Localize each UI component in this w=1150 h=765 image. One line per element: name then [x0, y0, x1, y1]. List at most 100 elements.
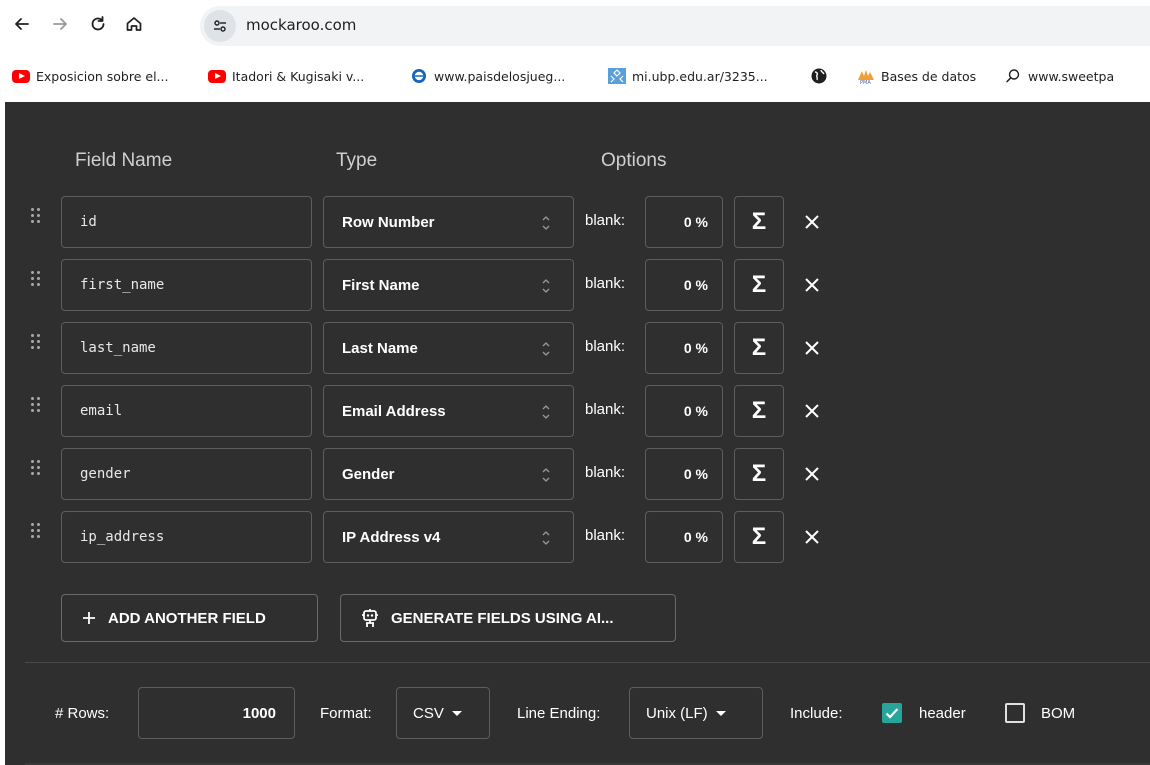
bookmark-label: Itadori & Kugisaki v... — [232, 68, 365, 84]
remove-field-button[interactable] — [795, 205, 829, 239]
field-name-input[interactable]: last_name — [61, 322, 312, 374]
bookmark-label: www.paisdelosjueg... — [434, 68, 566, 84]
remove-field-button[interactable] — [795, 331, 829, 365]
remove-field-button[interactable] — [795, 457, 829, 491]
blank-percent-input[interactable]: 0 % — [645, 259, 723, 311]
format-value: CSV — [413, 704, 444, 722]
robot-icon — [361, 608, 379, 628]
field-type-select[interactable]: First Name — [323, 259, 574, 311]
header-field-name: Field Name — [75, 150, 173, 171]
field-type-value: First Name — [342, 276, 420, 294]
drag-handle-icon[interactable] — [31, 397, 43, 417]
field-type-select[interactable]: Email Address — [323, 385, 574, 437]
blank-percent-input[interactable]: 0 % — [645, 196, 723, 248]
field-type-value: Last Name — [342, 339, 418, 357]
site-info-button[interactable] — [204, 10, 236, 42]
blank-percent-input[interactable]: 0 % — [645, 511, 723, 563]
field-type-select[interactable]: Gender — [323, 448, 574, 500]
updown-chevron-icon — [542, 468, 550, 482]
bookmark-4[interactable]: mi.ubp.edu.ar/3235... — [608, 66, 768, 86]
blank-percent-input[interactable]: 0 % — [645, 448, 723, 500]
field-type-select[interactable]: Last Name — [323, 322, 574, 374]
rows-label: # Rows: — [55, 705, 110, 722]
youtube-icon — [12, 68, 30, 84]
remove-field-button[interactable] — [795, 394, 829, 428]
field-type-select[interactable]: IP Address v4 — [323, 511, 574, 563]
field-row: last_name Last Name blank: 0 % Σ — [5, 322, 1150, 374]
blank-label: blank: — [585, 338, 626, 355]
bookmark-5[interactable] — [810, 66, 834, 86]
updown-chevron-icon — [542, 405, 550, 419]
header-options: Options — [601, 150, 667, 171]
bookmark-label: mi.ubp.edu.ar/3235... — [632, 68, 768, 84]
line-ending-dropdown[interactable]: Unix (LF) — [629, 687, 763, 739]
remove-field-button[interactable] — [795, 520, 829, 554]
bookmark-7[interactable]: www.sweetpa — [1004, 66, 1114, 86]
forward-arrow-icon — [53, 18, 67, 30]
blank-label: blank: — [585, 275, 626, 292]
field-type-value: Gender — [342, 465, 395, 483]
close-icon — [805, 341, 819, 355]
add-field-label: ADD ANOTHER FIELD — [108, 609, 266, 627]
mockaroo-schema-panel: Field Name Type Options id Row Number bl… — [5, 102, 1150, 765]
rows-input[interactable]: 1000 — [138, 687, 295, 739]
add-another-field-button[interactable]: ADD ANOTHER FIELD — [61, 594, 318, 642]
field-name-input[interactable]: ip_address — [61, 511, 312, 563]
home-button[interactable] — [120, 10, 148, 38]
generate-fields-ai-button[interactable]: GENERATE FIELDS USING AI... — [340, 594, 676, 642]
field-name-input[interactable]: id — [61, 196, 312, 248]
blank-percent-input[interactable]: 0 % — [645, 322, 723, 374]
blank-percent-input[interactable]: 0 % — [645, 385, 723, 437]
format-dropdown[interactable]: CSV — [396, 687, 490, 739]
blank-label: blank: — [585, 527, 626, 544]
field-row: id Row Number blank: 0 % Σ — [5, 196, 1150, 248]
forward-button[interactable] — [46, 10, 74, 38]
sigma-icon: Σ — [751, 334, 767, 361]
globe-icon — [810, 68, 828, 84]
sigma-icon: Σ — [751, 460, 767, 487]
field-row: ip_address IP Address v4 blank: 0 % Σ — [5, 511, 1150, 563]
remove-field-button[interactable] — [795, 268, 829, 302]
plus-icon — [82, 611, 96, 625]
back-arrow-icon — [15, 18, 29, 30]
close-icon — [805, 530, 819, 544]
field-row: first_name First Name blank: 0 % Σ — [5, 259, 1150, 311]
address-bar[interactable]: mockaroo.com — [200, 6, 1150, 46]
blank-label: blank: — [585, 401, 626, 418]
formula-button[interactable]: Σ — [734, 385, 784, 437]
drag-handle-icon[interactable] — [31, 460, 43, 480]
formula-button[interactable]: Σ — [734, 322, 784, 374]
bookmark-3[interactable]: www.paisdelosjueg... — [410, 66, 565, 86]
bom-checkbox-label: BOM — [1041, 705, 1076, 722]
formula-button[interactable]: Σ — [734, 448, 784, 500]
bookmark-1[interactable]: Exposicion sobre el... — [12, 66, 168, 86]
formula-button[interactable]: Σ — [734, 196, 784, 248]
bookmark-2[interactable]: Itadori & Kugisaki v... — [208, 66, 364, 86]
url-text: mockaroo.com — [246, 16, 357, 34]
reload-button[interactable] — [84, 10, 112, 38]
field-name-input[interactable]: gender — [61, 448, 312, 500]
field-name-input[interactable]: first_name — [61, 259, 312, 311]
bom-checkbox[interactable] — [1005, 703, 1025, 723]
field-type-select[interactable]: Row Number — [323, 196, 574, 248]
reload-icon — [91, 16, 105, 31]
drag-handle-icon[interactable] — [31, 523, 43, 543]
formula-button[interactable]: Σ — [734, 259, 784, 311]
field-name-input[interactable]: email — [61, 385, 312, 437]
formula-button[interactable]: Σ — [734, 511, 784, 563]
drag-handle-icon[interactable] — [31, 208, 43, 228]
header-checkbox[interactable] — [882, 703, 902, 723]
header-type: Type — [336, 150, 378, 171]
blank-label: blank: — [585, 464, 626, 481]
bookmark-6[interactable]: PMA Bases de datos — [857, 66, 976, 86]
ubp-icon — [608, 68, 626, 84]
field-type-value: IP Address v4 — [342, 528, 441, 546]
drag-handle-icon[interactable] — [31, 271, 43, 291]
close-icon — [805, 215, 819, 229]
home-icon — [126, 17, 142, 31]
drag-handle-icon[interactable] — [31, 334, 43, 354]
pma-icon: PMA — [857, 68, 875, 84]
back-button[interactable] — [8, 10, 36, 38]
updown-chevron-icon — [542, 279, 550, 293]
search-icon — [1004, 68, 1022, 84]
